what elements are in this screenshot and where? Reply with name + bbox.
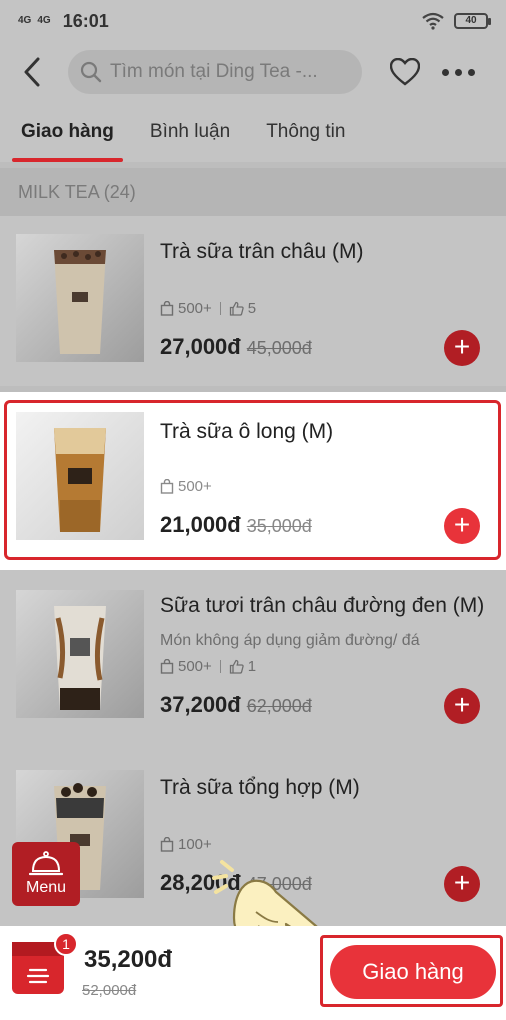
bag-icon <box>160 837 174 852</box>
add-to-cart-button[interactable]: + <box>444 508 480 544</box>
product-image <box>16 590 144 718</box>
product-image <box>16 412 144 540</box>
favorite-button[interactable] <box>388 55 422 89</box>
dot-icon <box>468 68 475 76</box>
service-bell-icon <box>29 851 63 876</box>
order-delivery-button[interactable]: Giao hàng <box>330 945 496 999</box>
divider <box>219 302 221 315</box>
app-header: Tìm món tại Ding Tea -... <box>0 42 506 102</box>
product-item[interactable]: Trà sữa ô long (M) 500+ 21,000đ 35,000đ + <box>0 392 506 570</box>
signal-indicator: 4G <box>18 15 32 26</box>
more-options-button[interactable] <box>442 68 475 76</box>
divider <box>219 660 221 673</box>
tab-bar: Giao hàng Bình luận Thông tin <box>0 102 506 162</box>
add-to-cart-button[interactable]: + <box>444 866 480 902</box>
product-price: 21,000đ 35,000đ <box>160 512 312 538</box>
price-original: 35,000đ <box>246 516 312 536</box>
price-current: 37,200đ <box>160 692 241 717</box>
product-item[interactable]: Sữa tươi trân châu đường đen (M) Món khô… <box>0 570 506 752</box>
sold-count: 500+ <box>178 300 212 317</box>
bag-icon <box>160 479 174 494</box>
product-note: Món không áp dụng giảm đường/ đá <box>160 632 420 649</box>
sold-count: 500+ <box>178 478 212 495</box>
wifi-icon <box>422 12 444 30</box>
cart-count-badge: 1 <box>54 932 78 956</box>
price-current: 27,000đ <box>160 334 241 359</box>
product-name: Trà sữa ô long (M) <box>160 420 334 443</box>
product-name: Sữa tươi trân châu đường đen (M) <box>160 594 485 617</box>
sold-count: 500+ <box>178 658 212 675</box>
add-to-cart-button[interactable]: + <box>444 330 480 366</box>
dot-icon <box>455 68 462 76</box>
status-time: 16:01 <box>62 10 109 31</box>
bag-icon <box>160 301 174 316</box>
product-name: Trà sữa trân châu (M) <box>160 240 364 263</box>
product-stats: 100+ <box>160 836 212 853</box>
like-count: 1 <box>247 658 257 675</box>
search-placeholder: Tìm món tại Ding Tea -... <box>110 61 318 82</box>
sold-count: 100+ <box>178 836 212 853</box>
heart-icon <box>390 58 420 86</box>
product-stats: 500+ 1 <box>160 658 256 675</box>
cart-original-total: 52,000đ <box>82 982 137 999</box>
tab-info[interactable]: Thông tin <box>257 102 354 162</box>
product-price: 37,200đ 62,000đ <box>160 692 312 718</box>
search-icon <box>80 61 102 83</box>
signal-indicator: 4G <box>37 15 51 26</box>
price-current: 21,000đ <box>160 512 241 537</box>
like-count: 5 <box>247 300 257 317</box>
thumbs-up-icon <box>229 659 244 674</box>
product-image <box>16 234 144 362</box>
chevron-left-icon <box>24 57 40 87</box>
product-stats: 500+ 5 <box>160 300 256 317</box>
cart-total: 35,200đ <box>84 946 173 973</box>
product-stats: 500+ <box>160 478 212 495</box>
menu-label: Menu <box>25 879 67 896</box>
battery-icon: 40 <box>454 13 491 29</box>
product-item[interactable]: Trà sữa trân châu (M) 500+ 5 27,000đ 45,0… <box>0 216 506 386</box>
menu-button[interactable]: Menu <box>12 842 80 906</box>
section-header: MILK TEA (24) <box>0 168 506 216</box>
add-to-cart-button[interactable]: + <box>444 688 480 724</box>
milk-tea-cup-image <box>54 250 106 354</box>
oolong-tea-cup-image <box>54 428 106 532</box>
tab-delivery[interactable]: Giao hàng <box>12 102 123 162</box>
back-button[interactable] <box>14 52 50 92</box>
bag-icon <box>160 659 174 674</box>
thumbs-up-icon <box>229 301 244 316</box>
status-bar: 4G 4G 16:01 40 <box>0 0 506 42</box>
dot-icon <box>442 68 449 76</box>
tab-reviews[interactable]: Bình luận <box>141 102 239 162</box>
price-original: 45,000đ <box>246 338 312 358</box>
price-original: 62,000đ <box>246 696 312 716</box>
search-input[interactable]: Tìm món tại Ding Tea -... <box>68 50 362 94</box>
product-name: Trà sữa tổng hợp (M) <box>160 776 360 799</box>
cart-bar: 1 35,200đ 52,000đ Giao hàng <box>0 926 506 1020</box>
product-price: 27,000đ 45,000đ <box>160 334 312 360</box>
brown-sugar-milk-cup-image <box>54 606 106 710</box>
